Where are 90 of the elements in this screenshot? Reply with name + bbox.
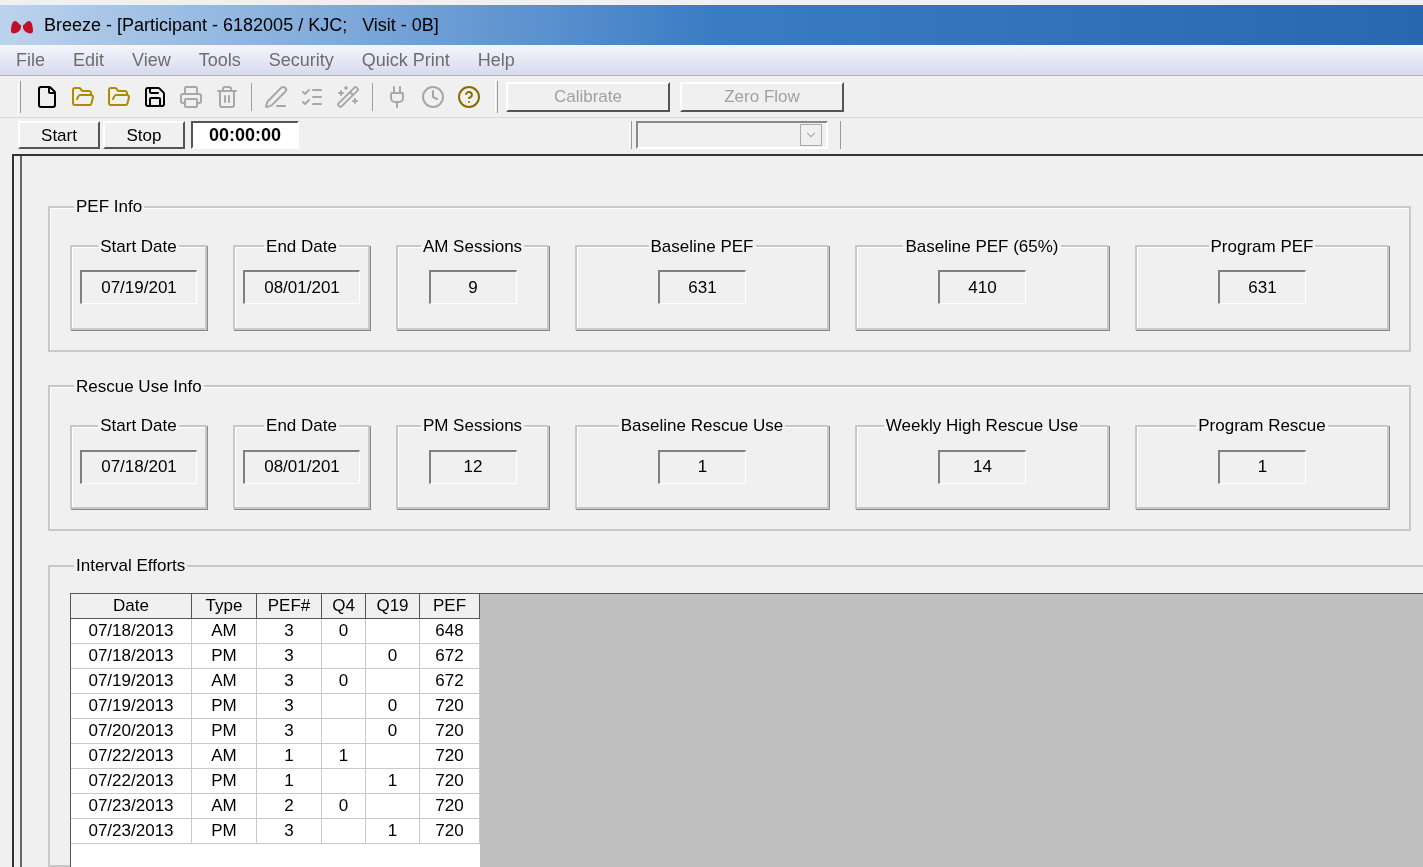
field-label: Weekly High Rescue Use <box>884 415 1080 437</box>
table-cell: 07/23/2013 <box>71 818 192 844</box>
timer-button[interactable]: Start <box>18 121 100 149</box>
table-cell: AM <box>192 618 257 644</box>
table-cell <box>366 668 420 694</box>
table-cell: 07/22/2013 <box>71 768 192 794</box>
menu-item[interactable]: File <box>12 46 49 74</box>
menu-item[interactable]: Tools <box>194 46 245 74</box>
table-cell: 3 <box>257 693 322 719</box>
column-header[interactable]: Type <box>192 593 257 619</box>
table-cell: 0 <box>366 693 420 719</box>
table-cell: 07/18/2013 <box>71 618 192 644</box>
table-cell: AM <box>192 743 257 769</box>
table-cell: PM <box>192 718 257 744</box>
timer-display: 00:00:00 <box>191 121 299 149</box>
timer-button[interactable]: Stop <box>103 121 185 149</box>
value-field[interactable]: 08/01/201 <box>243 270 360 304</box>
table-cell: 0 <box>366 643 420 669</box>
table-cell <box>366 743 420 769</box>
field-label: Baseline Rescue Use <box>619 415 785 437</box>
table-cell: 3 <box>257 618 322 644</box>
field-label: Baseline PEF <box>649 235 755 258</box>
value-field[interactable]: 14 <box>938 449 1026 484</box>
table-cell: 1 <box>257 768 322 794</box>
table-cell: 0 <box>322 668 366 694</box>
group-title: Interval Efforts <box>75 555 187 577</box>
value-field[interactable]: 631 <box>1218 270 1306 304</box>
table-cell <box>322 818 366 844</box>
value-field[interactable]: 07/19/201 <box>80 270 197 304</box>
table-cell: 3 <box>257 818 322 844</box>
column-header[interactable]: PEF# <box>257 593 322 619</box>
field-label: Program Rescue <box>1197 415 1327 437</box>
table-cell: PM <box>192 643 257 669</box>
table-cell: 3 <box>257 718 322 744</box>
table-cell: PM <box>192 693 257 719</box>
table-cell: PM <box>192 768 257 794</box>
value-field[interactable]: 631 <box>658 270 746 304</box>
table-cell <box>322 718 366 744</box>
table-cell: AM <box>192 793 257 819</box>
value-field[interactable]: 12 <box>428 449 517 484</box>
table-cell: 0 <box>366 718 420 744</box>
column-header[interactable]: Q4 <box>322 593 366 619</box>
value-field[interactable]: 07/18/201 <box>80 449 197 484</box>
table-cell: 1 <box>322 743 366 769</box>
table-cell: 1 <box>257 743 322 769</box>
field-label: Start Date <box>99 235 178 258</box>
field-label: End Date <box>265 415 338 437</box>
table-cell: 07/19/2013 <box>71 693 192 719</box>
table-cell: 07/20/2013 <box>71 718 192 744</box>
table-cell: 3 <box>257 668 322 694</box>
table-cell <box>366 618 420 644</box>
table-cell: 07/23/2013 <box>71 793 192 819</box>
table-cell: PM <box>192 818 257 844</box>
column-header[interactable]: PEF <box>420 593 480 619</box>
help-icon[interactable] <box>456 83 482 110</box>
window-title: Breeze - [Participant - 6182005 / KJC; Visit - 0B] <box>44 13 439 37</box>
table-cell: 07/22/2013 <box>71 743 192 769</box>
menu-item[interactable]: Edit <box>69 46 109 74</box>
menu-item[interactable]: View <box>128 46 175 74</box>
table-cell: 1 <box>366 768 420 794</box>
field-label: End Date <box>265 235 338 258</box>
table-cell <box>322 693 366 719</box>
table-cell: 0 <box>322 618 366 644</box>
column-header[interactable]: Q19 <box>366 593 420 619</box>
column-header[interactable]: Date <box>71 593 192 619</box>
menu-item[interactable]: Security <box>264 46 338 74</box>
field-label: Program PEF <box>1209 235 1315 258</box>
table-cell: 2 <box>257 793 322 819</box>
table-cell: 0 <box>322 793 366 819</box>
field-label: Start Date <box>99 415 178 437</box>
table-cell <box>322 643 366 669</box>
group-title: PEF Info <box>75 196 144 218</box>
value-field[interactable]: 08/01/201 <box>243 449 360 484</box>
table-cell <box>322 768 366 794</box>
value-field[interactable]: 9 <box>428 270 517 304</box>
table-cell: 07/18/2013 <box>71 643 192 669</box>
group-title: Rescue Use Info <box>75 375 203 398</box>
value-field[interactable]: 410 <box>938 270 1026 304</box>
table-cell <box>366 793 420 819</box>
table-cell: 1 <box>366 818 420 844</box>
table-cell: AM <box>192 668 257 694</box>
field-label: Baseline PEF (65%) <box>904 235 1060 258</box>
field-label: AM Sessions <box>421 235 524 258</box>
table-cell: 07/19/2013 <box>71 668 192 694</box>
field-label: PM Sessions <box>421 415 524 437</box>
value-field[interactable]: 1 <box>1218 449 1306 484</box>
menu-item[interactable]: Help <box>473 46 519 74</box>
menu-item[interactable]: Quick Print <box>357 46 454 74</box>
table-cell: 3 <box>257 643 322 669</box>
value-field[interactable]: 1 <box>658 449 746 484</box>
